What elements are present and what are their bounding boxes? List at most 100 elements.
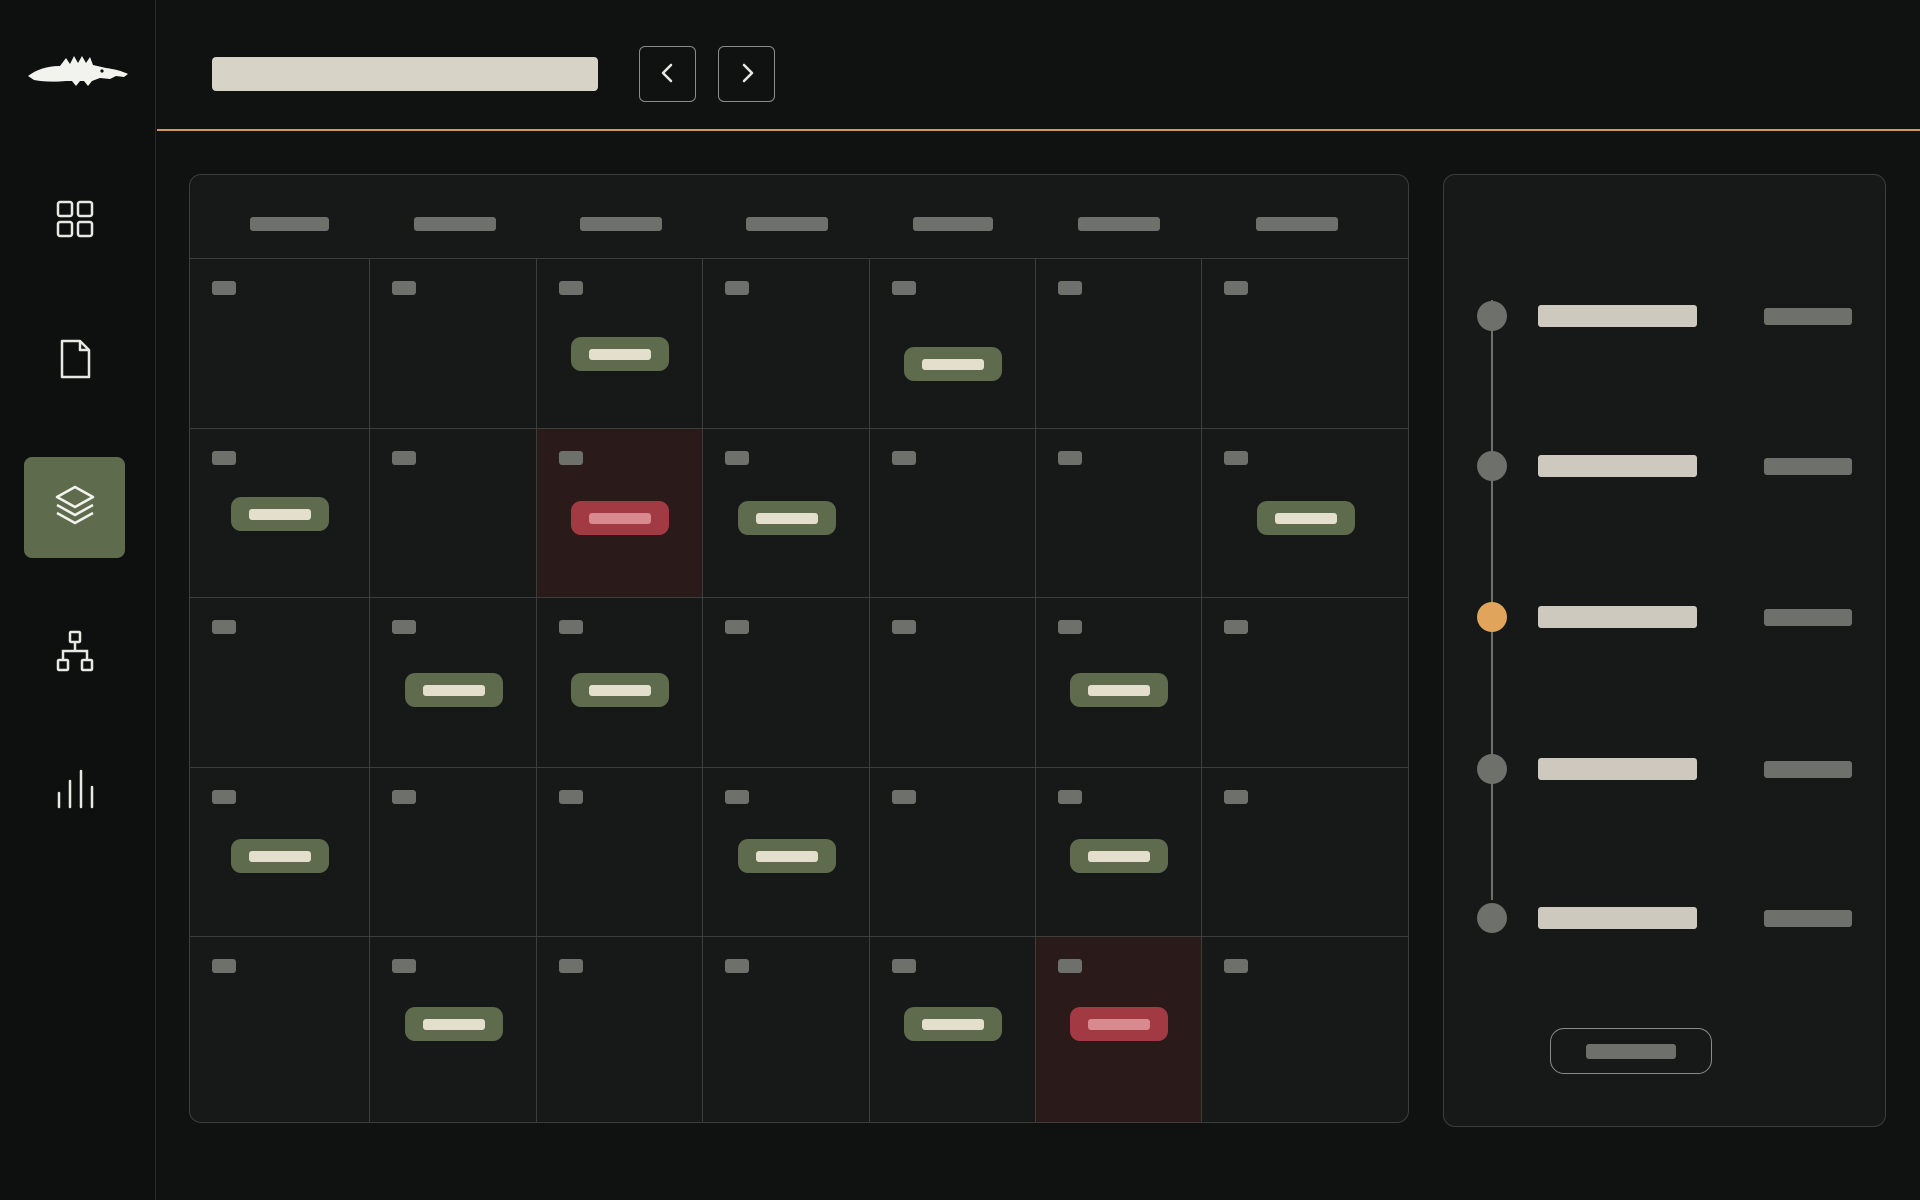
panel-action-button[interactable] bbox=[1550, 1028, 1712, 1074]
event-chip[interactable] bbox=[738, 839, 836, 873]
calendar-day-cell[interactable] bbox=[1202, 598, 1408, 768]
day-number bbox=[725, 281, 749, 295]
day-number bbox=[1224, 959, 1248, 973]
event-label bbox=[922, 1018, 984, 1030]
day-number bbox=[892, 281, 916, 295]
calendar-day-cell[interactable] bbox=[1202, 429, 1408, 598]
calendar-day-cell[interactable] bbox=[537, 259, 703, 429]
calendar-day-cell[interactable] bbox=[703, 259, 870, 429]
event-chip[interactable] bbox=[1257, 501, 1355, 535]
previous-button[interactable] bbox=[639, 46, 696, 102]
calendar-day-cell[interactable] bbox=[870, 429, 1036, 598]
day-number bbox=[212, 451, 236, 465]
calendar-day-cell[interactable] bbox=[190, 937, 370, 1122]
calendar-day-cell[interactable] bbox=[537, 768, 703, 937]
calendar-day-cell[interactable] bbox=[870, 259, 1036, 429]
event-label bbox=[423, 1018, 485, 1030]
timeline-node[interactable] bbox=[1477, 754, 1507, 784]
sidebar-item-hierarchy[interactable] bbox=[24, 603, 125, 704]
calendar-day-cell[interactable] bbox=[190, 429, 370, 598]
event-chip[interactable] bbox=[231, 497, 329, 531]
day-number bbox=[392, 620, 416, 634]
calendar-day-cell[interactable] bbox=[370, 937, 537, 1122]
day-number bbox=[1224, 620, 1248, 634]
top-bar bbox=[157, 0, 1920, 131]
weekday-header bbox=[913, 217, 993, 231]
crocodile-logo-icon[interactable] bbox=[26, 48, 130, 88]
calendar-day-cell[interactable] bbox=[370, 598, 537, 768]
weekday-header bbox=[746, 217, 828, 231]
chevron-right-icon bbox=[735, 61, 759, 88]
event-label bbox=[249, 508, 311, 520]
calendar-day-cell[interactable] bbox=[537, 429, 703, 598]
event-label bbox=[1088, 1018, 1150, 1030]
calendar-day-cell[interactable] bbox=[190, 259, 370, 429]
day-number bbox=[559, 281, 583, 295]
day-number bbox=[1224, 451, 1248, 465]
calendar-day-cell[interactable] bbox=[1036, 259, 1202, 429]
day-number bbox=[892, 959, 916, 973]
event-chip-alert[interactable] bbox=[571, 501, 669, 535]
weekday-header bbox=[1078, 217, 1160, 231]
timeline-node[interactable] bbox=[1477, 301, 1507, 331]
calendar-day-cell[interactable] bbox=[703, 598, 870, 768]
calendar-day-cell[interactable] bbox=[370, 259, 537, 429]
next-button[interactable] bbox=[718, 46, 775, 102]
event-chip[interactable] bbox=[1070, 673, 1168, 707]
day-number bbox=[725, 620, 749, 634]
event-label bbox=[589, 684, 651, 696]
weekday-header bbox=[250, 217, 329, 231]
event-chip-alert[interactable] bbox=[1070, 1007, 1168, 1041]
timeline-node[interactable] bbox=[1477, 451, 1507, 481]
event-chip[interactable] bbox=[231, 839, 329, 873]
calendar-day-cell[interactable] bbox=[1202, 768, 1408, 937]
event-chip[interactable] bbox=[1070, 839, 1168, 873]
calendar-day-cell[interactable] bbox=[370, 768, 537, 937]
calendar-day-cell[interactable] bbox=[1036, 598, 1202, 768]
event-chip[interactable] bbox=[405, 673, 503, 707]
calendar-day-cell[interactable] bbox=[870, 598, 1036, 768]
grid-icon bbox=[53, 197, 97, 246]
calendar-day-cell[interactable] bbox=[190, 768, 370, 937]
timeline-node-current[interactable] bbox=[1477, 602, 1507, 632]
event-chip[interactable] bbox=[405, 1007, 503, 1041]
calendar-day-cell[interactable] bbox=[537, 598, 703, 768]
calendar-day-cell[interactable] bbox=[703, 429, 870, 598]
event-chip[interactable] bbox=[571, 673, 669, 707]
event-chip[interactable] bbox=[571, 337, 669, 371]
day-number bbox=[1058, 620, 1082, 634]
calendar-day-cell[interactable] bbox=[870, 937, 1036, 1122]
calendar-day-cell[interactable] bbox=[703, 937, 870, 1122]
timeline-item-meta bbox=[1764, 910, 1852, 927]
day-number bbox=[1058, 281, 1082, 295]
day-number bbox=[725, 451, 749, 465]
calendar-day-cell[interactable] bbox=[1202, 937, 1408, 1122]
calendar-day-cell[interactable] bbox=[1036, 768, 1202, 937]
timeline-item-meta bbox=[1764, 458, 1852, 475]
event-chip[interactable] bbox=[904, 347, 1002, 381]
calendar-day-cell[interactable] bbox=[537, 937, 703, 1122]
timeline-item-label bbox=[1538, 758, 1697, 780]
calendar-day-cell[interactable] bbox=[703, 768, 870, 937]
event-chip[interactable] bbox=[738, 501, 836, 535]
timeline-line bbox=[1491, 300, 1493, 900]
weekday-header bbox=[414, 217, 496, 231]
sidebar-item-documents[interactable] bbox=[24, 311, 125, 412]
timeline-node[interactable] bbox=[1477, 903, 1507, 933]
sidebar-item-layers[interactable] bbox=[24, 457, 125, 558]
calendar-grid bbox=[189, 174, 1409, 1123]
calendar-day-cell[interactable] bbox=[870, 768, 1036, 937]
calendar-day-cell[interactable] bbox=[1036, 937, 1202, 1122]
timeline-item-meta bbox=[1764, 609, 1852, 626]
sidebar-item-dashboard[interactable] bbox=[24, 171, 125, 272]
event-chip[interactable] bbox=[904, 1007, 1002, 1041]
layers-icon bbox=[53, 483, 97, 532]
calendar-day-cell[interactable] bbox=[1202, 259, 1408, 429]
day-number bbox=[559, 620, 583, 634]
day-number bbox=[559, 790, 583, 804]
calendar-day-cell[interactable] bbox=[190, 598, 370, 768]
calendar-day-cell[interactable] bbox=[1036, 429, 1202, 598]
calendar-day-cell[interactable] bbox=[370, 429, 537, 598]
event-label bbox=[756, 850, 818, 862]
sidebar-item-analytics[interactable] bbox=[24, 741, 125, 842]
